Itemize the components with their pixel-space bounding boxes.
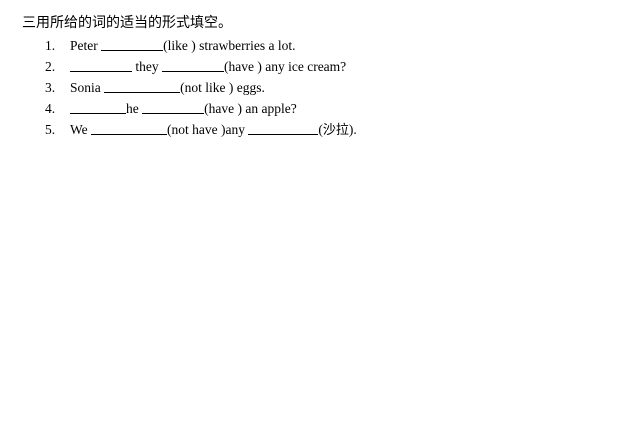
sentence-text: (not have )any xyxy=(167,122,249,137)
exercise-heading: 三用所给的词的适当的形式填空。 xyxy=(22,15,232,31)
answer-blank[interactable] xyxy=(91,121,168,135)
sentence-text: they xyxy=(132,59,162,74)
item-sentence: he (have ) an apple? xyxy=(70,98,297,119)
sentence-text: (have ) an apple? xyxy=(204,101,297,116)
sentence-text: (like ) strawberries a lot. xyxy=(163,38,296,53)
sentence-text: Sonia xyxy=(70,80,105,95)
item-number: 5. xyxy=(45,122,56,137)
worksheet-page: 三用所给的词的适当的形式填空。 1. Peter (like ) strawbe… xyxy=(0,0,620,440)
answer-blank[interactable] xyxy=(104,79,181,93)
answer-blank[interactable] xyxy=(101,37,164,51)
item-sentence: they (have ) any ice cream? xyxy=(70,56,346,77)
item-sentence: Sonia (not like ) eggs. xyxy=(70,77,265,98)
item-sentence: Peter (like ) strawberries a lot. xyxy=(70,35,295,56)
sentence-text: (not like ) eggs. xyxy=(180,80,265,95)
answer-blank[interactable] xyxy=(248,121,319,135)
item-sentence: We (not have )any (沙拉). xyxy=(70,119,357,141)
answer-blank[interactable] xyxy=(70,100,126,114)
answer-blank[interactable] xyxy=(70,58,132,72)
sentence-text: (have ) any ice cream? xyxy=(224,59,347,74)
item-number: 1. xyxy=(45,38,56,53)
item-number: 4. xyxy=(45,101,56,116)
item-number: 2. xyxy=(45,59,56,74)
answer-blank[interactable] xyxy=(162,58,224,72)
sentence-text: Peter xyxy=(70,38,102,53)
sentence-text: he xyxy=(126,101,143,116)
sentence-text: ). xyxy=(348,122,357,137)
chinese-hint-word: 沙拉 xyxy=(322,123,349,138)
sentence-text: We xyxy=(70,122,92,137)
answer-blank[interactable] xyxy=(142,100,205,114)
item-number: 3. xyxy=(45,80,56,95)
